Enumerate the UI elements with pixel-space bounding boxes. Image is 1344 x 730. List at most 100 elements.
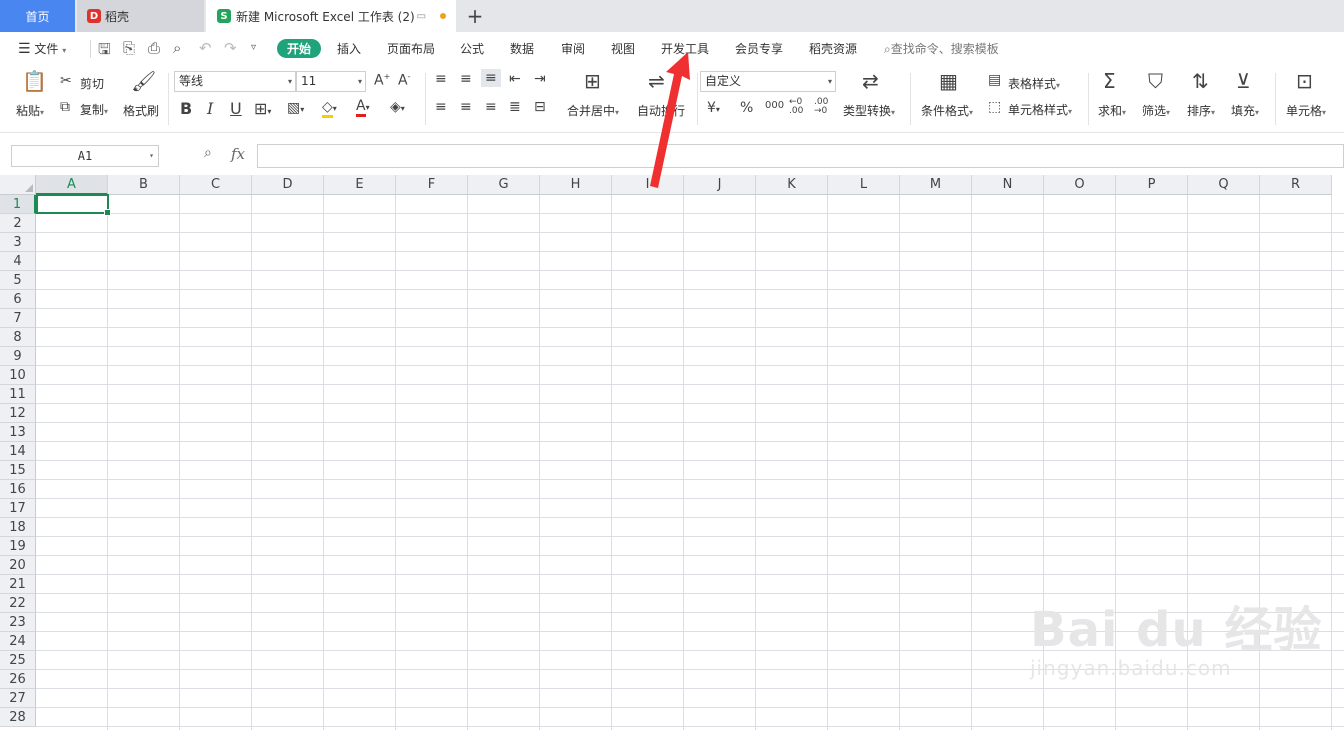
row-header[interactable]: 9 [0, 347, 36, 366]
cell-area[interactable] [36, 195, 1344, 730]
row-header[interactable]: 23 [0, 613, 36, 632]
row-header[interactable]: 3 [0, 233, 36, 252]
align-center-icon[interactable]: ≡ [460, 99, 472, 115]
font-name-select[interactable]: 等线 ▾ [174, 71, 296, 92]
row-header[interactable]: 17 [0, 499, 36, 518]
decrease-decimal-button[interactable]: .00 →0 [814, 98, 836, 116]
align-middle-icon[interactable]: ≡ [460, 71, 472, 87]
tab-insert[interactable]: 插入 [337, 40, 361, 57]
monitor-icon[interactable]: ▭ [417, 11, 426, 22]
tab-workbook[interactable]: S 新建 Microsoft Excel 工作表 (2) ▭ [206, 0, 456, 32]
tab-home[interactable]: 首页 [0, 0, 75, 32]
sort-icon[interactable]: ⇅ [1192, 69, 1209, 93]
formula-input[interactable] [257, 144, 1344, 168]
select-all-button[interactable] [0, 175, 36, 195]
number-format-select[interactable]: 自定义 ▾ [700, 71, 836, 92]
tab-data[interactable]: 数据 [510, 40, 534, 57]
column-header[interactable]: O [1044, 175, 1116, 195]
column-header[interactable]: K [756, 175, 828, 195]
tab-review[interactable]: 审阅 [561, 40, 585, 57]
table-style-button[interactable]: 表格样式▾ [1008, 75, 1060, 92]
column-header[interactable]: L [828, 175, 900, 195]
tab-developer-tools[interactable]: 开发工具 [661, 40, 709, 57]
tab-daoke[interactable]: D 稻壳 [77, 0, 204, 32]
row-header[interactable]: 2 [0, 214, 36, 233]
row-header[interactable]: 6 [0, 290, 36, 309]
print-icon[interactable]: ⎙ [148, 39, 160, 57]
cut-button[interactable]: 剪切 [80, 75, 104, 92]
row-header[interactable]: 4 [0, 252, 36, 271]
auto-wrap-button[interactable]: 自动换行 [637, 102, 685, 119]
wrap-text-icon[interactable]: ⇌ [648, 69, 665, 93]
format-painter-icon[interactable]: 🖌 [131, 69, 156, 93]
row-header[interactable]: 24 [0, 632, 36, 651]
percent-button[interactable]: % [740, 100, 753, 116]
column-header[interactable]: F [396, 175, 468, 195]
print-preview-icon[interactable]: ⌕ [173, 39, 181, 57]
conditional-format-button[interactable]: 条件格式▾ [921, 102, 973, 119]
tab-page-layout[interactable]: 页面布局 [387, 40, 435, 57]
cell-shading-icon[interactable]: ▧▾ [287, 100, 304, 116]
column-header[interactable]: B [108, 175, 180, 195]
cell-button[interactable]: 单元格▾ [1286, 102, 1326, 119]
row-header[interactable]: 10 [0, 366, 36, 385]
paste-icon[interactable]: 📋 [22, 69, 47, 93]
row-header[interactable]: 5 [0, 271, 36, 290]
export-pdf-icon[interactable]: ⎘ [123, 39, 135, 57]
copy-button[interactable]: 复制▾ [80, 101, 108, 118]
insert-function-button[interactable]: fx [231, 145, 245, 163]
italic-button[interactable]: I [207, 99, 213, 118]
fill-color-icon[interactable]: ◇▾ [322, 99, 337, 118]
clear-format-icon[interactable]: ◈▾ [390, 99, 405, 115]
align-bottom-icon[interactable]: ≡ [481, 69, 501, 87]
sum-button[interactable]: 求和▾ [1098, 102, 1126, 119]
column-header[interactable]: C [180, 175, 252, 195]
merge-center-icon[interactable]: ⊞ [584, 69, 601, 93]
row-header[interactable]: 27 [0, 689, 36, 708]
row-header[interactable]: 25 [0, 651, 36, 670]
bold-button[interactable]: B [180, 99, 192, 118]
row-header[interactable]: 22 [0, 594, 36, 613]
row-header[interactable]: 20 [0, 556, 36, 575]
row-header[interactable]: 11 [0, 385, 36, 404]
row-header[interactable]: 12 [0, 404, 36, 423]
column-header[interactable]: N [972, 175, 1044, 195]
font-color-icon[interactable]: A▾ [356, 98, 370, 117]
column-header[interactable]: M [900, 175, 972, 195]
row-header[interactable]: 13 [0, 423, 36, 442]
column-header[interactable]: J [684, 175, 756, 195]
filter-button[interactable]: 筛选▾ [1142, 102, 1170, 119]
borders-icon[interactable]: ⊞▾ [254, 99, 271, 118]
format-painter-button[interactable]: 格式刷 [123, 102, 159, 119]
fill-button[interactable]: 填充▾ [1231, 102, 1259, 119]
tab-formulas[interactable]: 公式 [460, 40, 484, 57]
sort-button[interactable]: 排序▾ [1187, 102, 1215, 119]
increase-indent-icon[interactable]: ⇥ [534, 71, 546, 87]
column-header[interactable]: H [540, 175, 612, 195]
row-header[interactable]: 14 [0, 442, 36, 461]
paste-button[interactable]: 粘贴▾ [16, 102, 44, 119]
column-header[interactable]: A [36, 175, 108, 195]
column-header[interactable]: R [1260, 175, 1332, 195]
row-header[interactable]: 28 [0, 708, 36, 727]
row-header[interactable]: 7 [0, 309, 36, 328]
name-box[interactable]: A1 ▾ [11, 145, 159, 167]
merge-center-button[interactable]: 合并居中▾ [567, 102, 619, 119]
row-header[interactable]: 8 [0, 328, 36, 347]
conditional-format-icon[interactable]: ▦ [939, 69, 958, 93]
font-size-select[interactable]: 11 ▾ [296, 71, 366, 92]
thousands-button[interactable]: 000 [765, 100, 784, 111]
zoom-icon[interactable]: ⌕ [204, 145, 212, 161]
underline-button[interactable]: U [230, 99, 242, 118]
column-header[interactable]: E [324, 175, 396, 195]
sheet-grid[interactable]: ABCDEFGHIJKLMNOPQR 1 2 3 4 5 6 7 8 9 10 11 12 13 14 15… [0, 175, 1344, 730]
align-left-icon[interactable]: ≡ [435, 99, 447, 115]
column-header[interactable]: P [1116, 175, 1188, 195]
save-icon[interactable]: 🖫 [98, 39, 111, 64]
decrease-indent-icon[interactable]: ⇤ [509, 71, 521, 87]
tab-view[interactable]: 视图 [611, 40, 635, 57]
row-header[interactable]: 26 [0, 670, 36, 689]
font-shrink-icon[interactable]: A- [398, 72, 410, 89]
filter-icon[interactable]: ⛉ [1148, 69, 1163, 93]
row-header[interactable]: 19 [0, 537, 36, 556]
